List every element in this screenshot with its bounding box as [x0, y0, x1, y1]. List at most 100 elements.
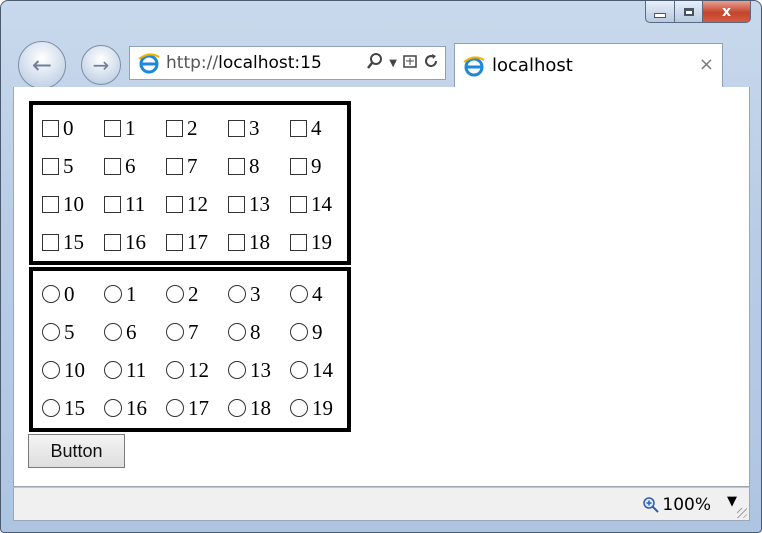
radio-item[interactable]: 16: [104, 393, 147, 423]
radio[interactable]: [42, 361, 60, 379]
checkbox-item[interactable]: 11: [104, 189, 145, 219]
checkbox-item[interactable]: 0: [42, 113, 74, 143]
checkbox-item[interactable]: 10: [42, 189, 84, 219]
checkbox[interactable]: [290, 195, 307, 213]
address-bar[interactable]: http://localhost:15 ▼: [129, 46, 446, 80]
radio[interactable]: [290, 285, 308, 303]
checkbox[interactable]: [290, 157, 307, 175]
radio-item[interactable]: 17: [166, 393, 209, 423]
checkbox-item[interactable]: 1: [104, 113, 136, 143]
radio-item[interactable]: 0: [42, 279, 75, 309]
radio[interactable]: [104, 399, 122, 417]
radio[interactable]: [166, 323, 184, 341]
checkbox-item[interactable]: 8: [228, 151, 260, 181]
checkbox-item[interactable]: 5: [42, 151, 74, 181]
checkbox[interactable]: [228, 195, 245, 213]
checkbox[interactable]: [104, 233, 121, 251]
checkbox-item[interactable]: 14: [290, 189, 332, 219]
radio[interactable]: [228, 285, 246, 303]
checkbox-item[interactable]: 4: [290, 113, 322, 143]
button[interactable]: Button: [28, 434, 125, 468]
checkbox-item[interactable]: 7: [166, 151, 198, 181]
checkbox[interactable]: [290, 233, 307, 251]
checkbox-item[interactable]: 16: [104, 227, 146, 257]
checkbox-item[interactable]: 19: [290, 227, 332, 257]
radio-item[interactable]: 3: [228, 279, 261, 309]
radio[interactable]: [290, 361, 308, 379]
checkbox-label: 14: [311, 191, 332, 216]
checkbox-item[interactable]: 6: [104, 151, 136, 181]
radio-item[interactable]: 15: [42, 393, 85, 423]
tab-close-icon[interactable]: ×: [699, 54, 714, 75]
checkbox[interactable]: [290, 119, 307, 137]
checkbox[interactable]: [104, 119, 121, 137]
back-button[interactable]: ←: [18, 41, 66, 89]
checkbox[interactable]: [228, 233, 245, 251]
resize-grip-icon[interactable]: [737, 508, 747, 518]
radio[interactable]: [42, 323, 60, 341]
checkbox-item[interactable]: 9: [290, 151, 322, 181]
checkbox[interactable]: [104, 157, 121, 175]
radio-item[interactable]: 7: [166, 317, 199, 347]
checkbox-item[interactable]: 18: [228, 227, 270, 257]
dropdown-arrow-icon[interactable]: ▼: [389, 58, 397, 69]
checkbox[interactable]: [166, 157, 183, 175]
maximize-button[interactable]: [675, 1, 703, 23]
radio-item[interactable]: 4: [290, 279, 323, 309]
checkbox-item[interactable]: 15: [42, 227, 84, 257]
refresh-icon[interactable]: [423, 53, 439, 73]
radio-item[interactable]: 11: [104, 355, 146, 385]
radio-item[interactable]: 14: [290, 355, 333, 385]
radio-item[interactable]: 19: [290, 393, 333, 423]
tab-localhost[interactable]: localhost ×: [454, 43, 723, 87]
checkbox[interactable]: [42, 195, 59, 213]
radio[interactable]: [166, 361, 184, 379]
checkbox-item[interactable]: 3: [228, 113, 260, 143]
radio-item[interactable]: 2: [166, 279, 199, 309]
radio-item[interactable]: 10: [42, 355, 85, 385]
close-window-button[interactable]: x: [703, 1, 751, 23]
radio-item[interactable]: 6: [104, 317, 137, 347]
radio[interactable]: [42, 399, 60, 417]
checkbox-item[interactable]: 2: [166, 113, 198, 143]
radio[interactable]: [290, 399, 308, 417]
search-icon[interactable]: [366, 52, 384, 74]
checkbox-item[interactable]: 17: [166, 227, 208, 257]
radio-item[interactable]: 5: [42, 317, 75, 347]
address-url[interactable]: http://localhost:15: [166, 53, 322, 73]
checkbox[interactable]: [104, 195, 121, 213]
radio-item[interactable]: 1: [104, 279, 137, 309]
radio-label: 7: [188, 319, 199, 344]
radio[interactable]: [290, 323, 308, 341]
radio[interactable]: [104, 323, 122, 341]
radio[interactable]: [228, 361, 246, 379]
checkbox-item[interactable]: 12: [166, 189, 208, 219]
checkbox-item[interactable]: 13: [228, 189, 270, 219]
zoom-control[interactable]: 100%: [643, 495, 711, 515]
checkbox[interactable]: [166, 233, 183, 251]
radio[interactable]: [104, 285, 122, 303]
checkbox[interactable]: [42, 233, 59, 251]
ie-logo-icon: [137, 51, 161, 75]
checkbox[interactable]: [166, 119, 183, 137]
checkbox[interactable]: [228, 119, 245, 137]
radio[interactable]: [166, 285, 184, 303]
radio-item[interactable]: 12: [166, 355, 209, 385]
radio[interactable]: [228, 323, 246, 341]
radio[interactable]: [42, 285, 60, 303]
forward-button[interactable]: →: [81, 45, 121, 85]
radio[interactable]: [228, 399, 246, 417]
checkbox[interactable]: [228, 157, 245, 175]
checkbox[interactable]: [166, 195, 183, 213]
checkbox[interactable]: [42, 119, 59, 137]
radio-item[interactable]: 18: [228, 393, 271, 423]
zoom-dropdown-icon[interactable]: ▼: [727, 494, 737, 509]
minimize-button[interactable]: [645, 1, 675, 23]
radio-item[interactable]: 13: [228, 355, 271, 385]
radio-item[interactable]: 8: [228, 317, 261, 347]
radio[interactable]: [104, 361, 122, 379]
checkbox[interactable]: [42, 157, 59, 175]
compatibility-view-icon[interactable]: [402, 53, 418, 73]
radio-item[interactable]: 9: [290, 317, 323, 347]
radio[interactable]: [166, 399, 184, 417]
